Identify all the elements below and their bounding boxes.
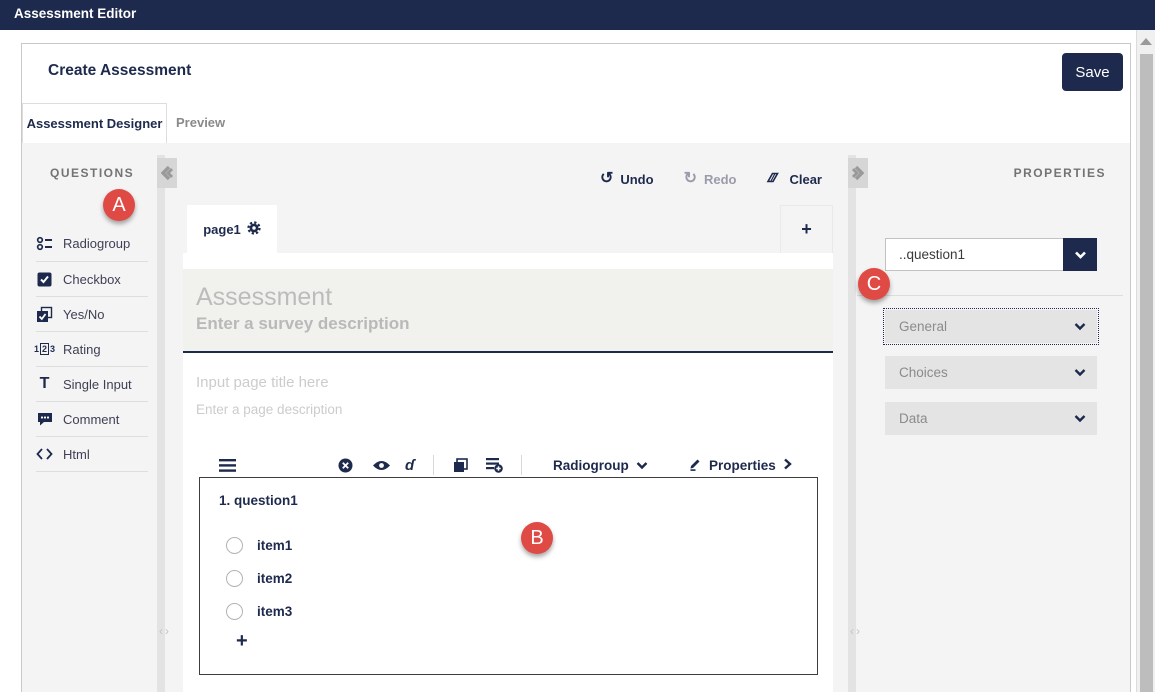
annotation-badge-a: A bbox=[103, 189, 135, 221]
question-card[interactable]: 1. question1 item1 item2 item3 + bbox=[199, 477, 818, 675]
delete-question-icon[interactable] bbox=[338, 452, 353, 478]
left-splitter[interactable] bbox=[157, 155, 165, 692]
toolbox-item-comment[interactable]: Comment bbox=[36, 401, 148, 436]
save-button[interactable]: Save bbox=[1062, 53, 1123, 91]
add-to-toolbox-icon[interactable] bbox=[486, 452, 503, 478]
toolbox-item-label: Rating bbox=[63, 342, 101, 357]
rating-icon: 123 bbox=[36, 341, 53, 358]
chevron-down-icon bbox=[1074, 322, 1086, 331]
survey-header[interactable]: Assessment Enter a survey description bbox=[183, 269, 833, 353]
app-topbar: Assessment Editor bbox=[0, 0, 1155, 30]
checkbox-icon bbox=[36, 271, 53, 288]
toolbox-item-label: Radiogroup bbox=[63, 236, 130, 251]
survey-canvas: Assessment Enter a survey description In… bbox=[183, 253, 833, 692]
undo-icon: ↺ bbox=[600, 171, 613, 187]
radio-button[interactable] bbox=[226, 570, 243, 587]
collapse-left-panel-icon[interactable] bbox=[157, 158, 177, 188]
toolbox-item-rating[interactable]: 123 Rating bbox=[36, 331, 148, 366]
toolbox-item-radiogroup[interactable]: Radiogroup bbox=[36, 226, 148, 261]
choice-row[interactable]: item2 bbox=[226, 568, 292, 588]
drag-handle-icon[interactable] bbox=[219, 452, 236, 478]
toolbox-item-checkbox[interactable]: Checkbox bbox=[36, 261, 148, 296]
question-toolbox: Radiogroup Checkbox Yes/No 123 Rating T … bbox=[36, 226, 148, 472]
question-properties-link[interactable]: Properties bbox=[688, 452, 792, 478]
tab-assessment-designer[interactable]: Assessment Designer bbox=[22, 103, 167, 143]
selected-element-value: ..question1 bbox=[886, 247, 1063, 262]
show-hide-title-icon[interactable] bbox=[372, 452, 391, 478]
toolbox-item-label: Single Input bbox=[63, 377, 132, 392]
single-input-icon: T bbox=[36, 376, 53, 393]
redo-button[interactable]: ↻ Redo bbox=[684, 171, 737, 187]
toolbox-item-label: Comment bbox=[63, 412, 119, 427]
clear-button[interactable]: Clear bbox=[766, 171, 822, 188]
selected-element-dropdown[interactable]: ..question1 bbox=[885, 238, 1097, 271]
right-splitter-grip-icon[interactable]: ‹› bbox=[838, 624, 874, 638]
yesno-icon bbox=[36, 306, 53, 323]
tab-preview[interactable]: Preview bbox=[176, 103, 225, 143]
page-title: Create Assessment bbox=[48, 62, 191, 80]
question-type-dropdown[interactable]: Radiogroup bbox=[553, 452, 648, 478]
annotation-badge-b: B bbox=[521, 522, 553, 554]
chevron-right-icon bbox=[783, 458, 792, 473]
accordion-data[interactable]: Data bbox=[885, 402, 1097, 435]
properties-heading: PROPERTIES bbox=[966, 166, 1106, 180]
add-choice-button[interactable]: + bbox=[236, 630, 248, 653]
accordion-general[interactable]: General bbox=[885, 310, 1097, 343]
toolbox-item-single-input[interactable]: T Single Input bbox=[36, 366, 148, 401]
chevron-down-icon bbox=[1074, 368, 1086, 377]
toolbox-item-html[interactable]: Html bbox=[36, 436, 148, 471]
html-icon bbox=[36, 446, 53, 463]
undo-button[interactable]: ↺ Undo bbox=[600, 171, 654, 187]
add-page-button[interactable]: + bbox=[780, 205, 833, 254]
scrollbar-thumb[interactable] bbox=[1140, 54, 1153, 692]
choice-row[interactable]: item1 bbox=[226, 535, 292, 555]
window-scrollbar[interactable] bbox=[1136, 30, 1155, 692]
gear-icon[interactable] bbox=[247, 221, 261, 238]
chevron-down-icon bbox=[1074, 414, 1086, 423]
right-splitter[interactable] bbox=[848, 155, 856, 692]
question-adorner-toolbar: ɗ Radiogroup Properties bbox=[183, 452, 833, 478]
toolbox-item-label: Checkbox bbox=[63, 272, 121, 287]
questions-heading: QUESTIONS bbox=[50, 166, 134, 180]
redo-icon: ↻ bbox=[684, 171, 697, 187]
dropdown-chevron-button[interactable] bbox=[1063, 238, 1097, 271]
radio-button[interactable] bbox=[226, 603, 243, 620]
page-description-input[interactable]: Enter a page description bbox=[196, 402, 342, 417]
chevron-down-icon bbox=[636, 458, 648, 473]
survey-description-placeholder[interactable]: Enter a survey description bbox=[196, 312, 833, 336]
history-toolbar: ↺ Undo ↻ Redo Clear bbox=[560, 166, 822, 192]
required-toggle-icon[interactable]: ɗ bbox=[405, 452, 414, 478]
scroll-up-icon[interactable] bbox=[1140, 38, 1152, 45]
annotation-badge-c: C bbox=[858, 268, 890, 300]
choice-row[interactable]: item3 bbox=[226, 601, 292, 621]
radiogroup-icon bbox=[36, 235, 53, 252]
copy-question-icon[interactable] bbox=[453, 452, 468, 478]
toolbar-separator bbox=[433, 455, 434, 475]
comment-icon bbox=[36, 411, 53, 428]
app-title: Assessment Editor bbox=[14, 6, 136, 21]
assessment-editor-window: Assessment Editor Create Assessment Save… bbox=[0, 0, 1155, 692]
radio-button[interactable] bbox=[226, 537, 243, 554]
page-tab-page1[interactable]: page1 bbox=[187, 205, 277, 254]
toolbar-separator bbox=[521, 455, 522, 475]
survey-title-placeholder[interactable]: Assessment bbox=[196, 282, 833, 312]
pencil-icon bbox=[688, 457, 702, 474]
toolbox-item-label: Html bbox=[63, 447, 90, 462]
properties-divider bbox=[857, 295, 1123, 296]
toolbox-item-label: Yes/No bbox=[63, 307, 104, 322]
eraser-icon bbox=[766, 171, 782, 188]
page-title-input[interactable]: Input page title here bbox=[196, 374, 329, 391]
collapse-right-panel-icon[interactable] bbox=[848, 158, 868, 188]
question-title[interactable]: 1. question1 bbox=[219, 493, 298, 508]
toolbox-item-yesno[interactable]: Yes/No bbox=[36, 296, 148, 331]
page-tab-label: page1 bbox=[203, 222, 241, 237]
left-splitter-grip-icon[interactable]: ‹› bbox=[147, 624, 183, 638]
accordion-choices[interactable]: Choices bbox=[885, 356, 1097, 389]
